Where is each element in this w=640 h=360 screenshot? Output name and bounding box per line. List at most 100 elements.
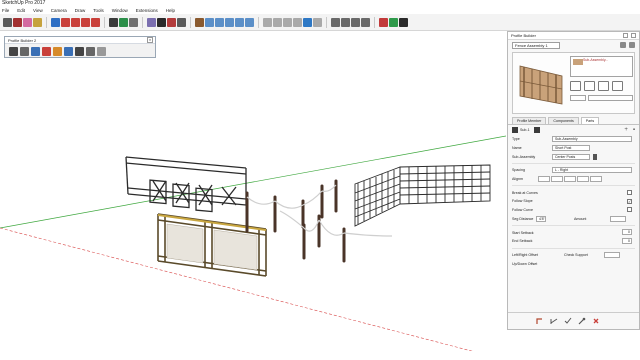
- right-view-icon[interactable]: [225, 17, 234, 27]
- close-icon[interactable]: ×: [147, 37, 153, 43]
- menu-draw[interactable]: Draw: [75, 7, 86, 14]
- subassembly-select[interactable]: Center Posts: [552, 153, 590, 160]
- align-button-5[interactable]: [590, 176, 602, 183]
- left-view-icon[interactable]: [245, 17, 254, 27]
- name-input[interactable]: Short Post: [552, 145, 590, 152]
- orbit-icon[interactable]: [129, 17, 138, 27]
- seg-distance-input[interactable]: 4'8": [536, 215, 546, 222]
- rotate-icon[interactable]: [71, 17, 80, 27]
- tab-parts[interactable]: Parts: [580, 117, 600, 124]
- part-color-icon[interactable]: [534, 127, 540, 133]
- zoom-extents-icon[interactable]: [167, 17, 176, 27]
- edit-icon[interactable]: [42, 47, 51, 56]
- profile-path-icon[interactable]: [536, 317, 544, 325]
- align-button-1[interactable]: [538, 176, 550, 183]
- path-tool-icon[interactable]: [9, 47, 18, 56]
- scale-icon[interactable]: [81, 17, 90, 27]
- arc-icon[interactable]: [13, 17, 22, 27]
- section-cut-icon[interactable]: [351, 17, 360, 27]
- menu-file[interactable]: File: [2, 7, 9, 14]
- text-icon[interactable]: [119, 17, 128, 27]
- settings-icon[interactable]: [86, 47, 95, 56]
- pencil-icon[interactable]: [3, 17, 12, 27]
- check-support-input[interactable]: [604, 251, 620, 258]
- menu-icon[interactable]: [629, 42, 635, 48]
- save-icon[interactable]: [620, 42, 626, 48]
- spacing-select[interactable]: L - Right: [552, 167, 632, 174]
- top-view-icon[interactable]: [205, 17, 214, 27]
- help-icon[interactable]: [97, 47, 106, 56]
- build-icon[interactable]: [31, 47, 40, 56]
- extension-manager-icon[interactable]: [389, 17, 398, 27]
- back-view-icon[interactable]: [235, 17, 244, 27]
- delete-icon[interactable]: [592, 317, 600, 325]
- section-display-icon[interactable]: [341, 17, 350, 27]
- profile-tool-icon[interactable]: [20, 47, 29, 56]
- variant-field-2[interactable]: [588, 95, 633, 101]
- variant-button-1[interactable]: [570, 81, 581, 91]
- align-button-3[interactable]: [564, 176, 576, 183]
- section-plane-icon[interactable]: [331, 17, 340, 27]
- variant-list[interactable]: Sub-Assembly...: [570, 56, 633, 77]
- delete-part-icon[interactable]: ▪: [633, 127, 635, 133]
- xray-icon[interactable]: [263, 17, 272, 27]
- move-icon[interactable]: [61, 17, 70, 27]
- break-curves-checkbox[interactable]: [627, 189, 632, 195]
- variant-button-2[interactable]: [584, 81, 595, 91]
- menu-extensions[interactable]: Extensions: [136, 7, 158, 14]
- variant-button-3[interactable]: [598, 81, 609, 91]
- menu-help[interactable]: Help: [166, 7, 175, 14]
- previous-view-icon[interactable]: [177, 17, 186, 27]
- monochrome-icon[interactable]: [313, 17, 322, 27]
- profile-builder-icon[interactable]: [399, 17, 408, 27]
- type-select[interactable]: Sub-Assembly: [552, 136, 632, 143]
- model-viewport[interactable]: [0, 31, 506, 360]
- iso-view-icon[interactable]: [195, 17, 204, 27]
- minimize-icon[interactable]: [623, 33, 628, 38]
- eraser-icon[interactable]: [23, 17, 32, 27]
- check-icon[interactable]: [564, 317, 572, 325]
- spacing-label: Spacing: [512, 168, 525, 173]
- assembly-name-field[interactable]: Fence Assembly 1: [512, 41, 560, 49]
- menu-edit[interactable]: Edit: [17, 7, 25, 14]
- tab-profile-member[interactable]: Profile Member: [512, 117, 547, 124]
- zoom-icon[interactable]: [157, 17, 166, 27]
- break-curves-row: Break at Curves: [508, 188, 639, 197]
- assembly-icon[interactable]: [53, 47, 62, 56]
- wireframe-icon[interactable]: [273, 17, 282, 27]
- eyedropper-icon[interactable]: [578, 317, 586, 325]
- front-view-icon[interactable]: [215, 17, 224, 27]
- tape-measure-icon[interactable]: [109, 17, 118, 27]
- hidden-line-icon[interactable]: [283, 17, 292, 27]
- subassembly-pick-icon[interactable]: [593, 153, 597, 160]
- end-setback-input[interactable]: 0: [622, 237, 632, 244]
- menu-window[interactable]: Window: [112, 7, 128, 14]
- menu-tools[interactable]: Tools: [93, 7, 104, 14]
- follow-curve-label: Follow Curve: [512, 208, 533, 213]
- menu-view[interactable]: View: [33, 7, 43, 14]
- align-button-2[interactable]: [551, 176, 563, 183]
- menu-camera[interactable]: Camera: [51, 7, 67, 14]
- follow-slope-checkbox[interactable]: ✓: [627, 198, 632, 204]
- align-button-4[interactable]: [577, 176, 589, 183]
- add-part-icon[interactable]: +: [624, 127, 628, 133]
- seg-amount-input[interactable]: [610, 215, 626, 222]
- variant-field-1[interactable]: [570, 95, 586, 101]
- offset-icon[interactable]: [91, 17, 100, 27]
- section-fill-icon[interactable]: [361, 17, 370, 27]
- shaded-icon[interactable]: [293, 17, 302, 27]
- pan-icon[interactable]: [147, 17, 156, 27]
- close-icon[interactable]: [631, 33, 636, 38]
- library-icon[interactable]: [64, 47, 73, 56]
- push-pull-icon[interactable]: [51, 17, 60, 27]
- tab-components[interactable]: Components: [548, 117, 579, 124]
- measure-icon[interactable]: [550, 317, 558, 325]
- warehouse-icon[interactable]: [379, 17, 388, 27]
- start-setback-input[interactable]: 0: [622, 229, 632, 236]
- variant-button-4[interactable]: [612, 81, 623, 91]
- part-select-icon[interactable]: [512, 127, 518, 133]
- reverse-icon[interactable]: [75, 47, 84, 56]
- paint-bucket-icon[interactable]: [33, 17, 42, 27]
- textured-icon[interactable]: [303, 17, 312, 27]
- follow-curve-checkbox[interactable]: [627, 207, 632, 213]
